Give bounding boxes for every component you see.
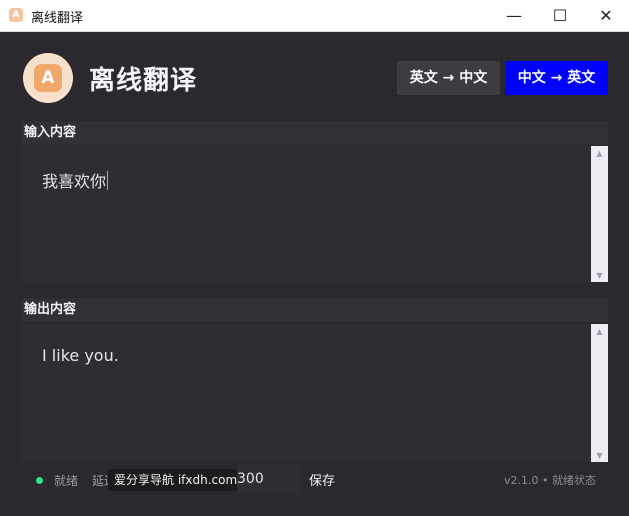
text-caret: [107, 171, 109, 190]
watermark-overlay: 爱分享导航 ifxdh.com: [108, 469, 244, 491]
status-text: 就绪: [54, 474, 79, 488]
output-textarea[interactable]: I like you.: [21, 324, 591, 462]
mode-en-to-zh-button[interactable]: 英文 → 中文: [397, 61, 500, 95]
input-section-label: 输入内容: [21, 121, 608, 145]
maximize-icon: ☐: [552, 6, 568, 25]
app-icon: A: [9, 8, 23, 22]
input-text: 我喜欢你: [42, 172, 107, 191]
close-icon: ✕: [599, 6, 613, 25]
input-textarea[interactable]: 我喜欢你: [21, 146, 591, 282]
scroll-down-icon[interactable]: ▼: [591, 448, 608, 462]
status-indicator: [36, 477, 43, 484]
save-button[interactable]: 保存: [309, 470, 335, 489]
scroll-up-icon[interactable]: ▲: [591, 146, 608, 160]
minimize-icon: —: [506, 6, 522, 25]
app-logo: A: [23, 53, 73, 103]
output-section-label: 输出内容: [21, 298, 608, 322]
output-text: I like you.: [42, 346, 119, 365]
maximize-button[interactable]: ☐: [537, 0, 583, 31]
delay-input[interactable]: 300: [237, 464, 301, 494]
logo-icon: A: [34, 64, 62, 92]
close-button[interactable]: ✕: [583, 0, 629, 31]
minimize-button[interactable]: —: [491, 0, 537, 31]
page-title: 离线翻译: [89, 66, 198, 96]
version-status: v2.1.0 • 就绪状态: [504, 474, 596, 487]
scroll-down-icon[interactable]: ▼: [591, 268, 608, 282]
window-title: 离线翻译: [31, 11, 84, 26]
scroll-up-icon[interactable]: ▲: [591, 324, 608, 338]
input-scrollbar[interactable]: ▲ ▼: [591, 146, 608, 282]
window-titlebar: A 离线翻译 — ☐ ✕: [0, 0, 629, 32]
mode-zh-to-en-button[interactable]: 中文 → 英文: [505, 61, 608, 95]
output-scrollbar[interactable]: ▲ ▼: [591, 324, 608, 462]
